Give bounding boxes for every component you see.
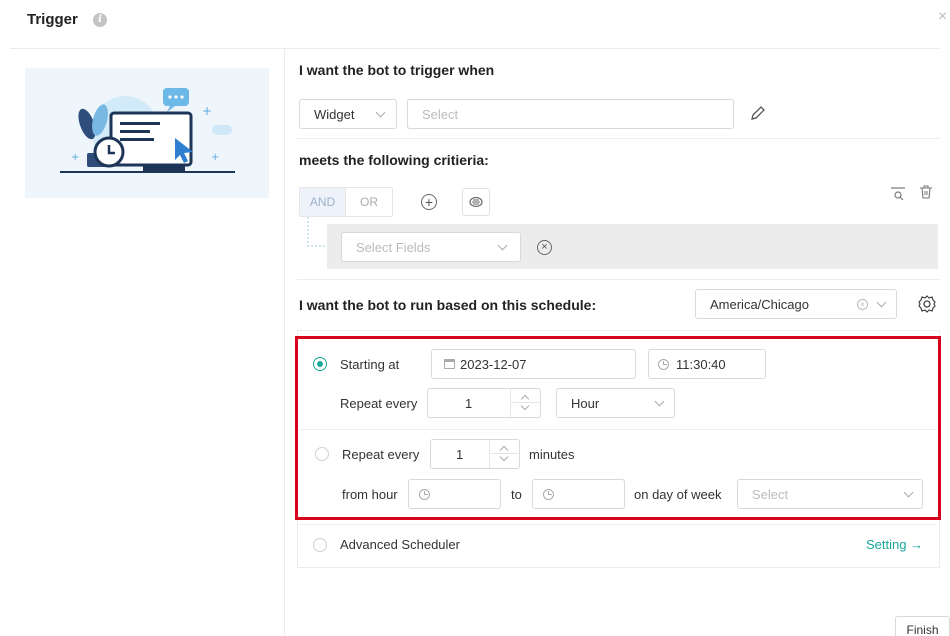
- condition-group-icon: [469, 196, 483, 208]
- chevron-down-icon: [497, 240, 508, 251]
- settings-gear-icon[interactable]: [917, 294, 937, 317]
- remove-condition-icon[interactable]: ×: [537, 240, 552, 255]
- logic-toggle: AND OR: [299, 187, 393, 217]
- trigger-value-placeholder: Select: [422, 107, 459, 122]
- setting-link[interactable]: Setting →: [866, 537, 923, 552]
- dialog-title: Trigger: [27, 11, 78, 28]
- timezone-value: America/Chicago: [710, 297, 809, 312]
- timezone-select[interactable]: America/Chicago ×: [695, 289, 897, 319]
- add-group-button[interactable]: [462, 188, 490, 216]
- schedule-heading: I want the bot to run based on this sche…: [299, 297, 597, 313]
- trigger-type-select[interactable]: Widget: [299, 99, 397, 129]
- or-button[interactable]: OR: [346, 188, 392, 216]
- filter-search-icon[interactable]: [889, 184, 907, 205]
- advanced-scheduler-label: Advanced Scheduler: [340, 537, 460, 552]
- trigger-illustration: + + +: [25, 68, 269, 198]
- chevron-down-icon: [876, 297, 887, 308]
- radio-advanced-scheduler[interactable]: [313, 538, 327, 552]
- select-fields-placeholder: Select Fields: [356, 240, 431, 255]
- svg-text:+: +: [202, 104, 212, 118]
- section-divider: [297, 138, 940, 139]
- header-divider: [10, 48, 940, 49]
- criteria-heading: meets the following critieria:: [299, 152, 489, 168]
- svg-text:+: +: [71, 152, 79, 163]
- svg-text:+: +: [211, 152, 219, 163]
- panel-divider: [284, 48, 285, 636]
- trigger-type-value: Widget: [314, 107, 355, 122]
- clear-icon[interactable]: ×: [857, 299, 868, 310]
- trigger-heading: I want the bot to trigger when: [299, 62, 495, 78]
- select-fields-dropdown[interactable]: Select Fields: [341, 232, 521, 262]
- highlight-box: [295, 336, 941, 520]
- option-divider: [300, 524, 937, 525]
- add-condition-icon[interactable]: +: [421, 194, 437, 210]
- finish-button[interactable]: Finish: [895, 616, 950, 636]
- edit-pencil-icon[interactable]: [749, 104, 767, 125]
- trash-icon[interactable]: [918, 184, 934, 203]
- and-button[interactable]: AND: [300, 188, 346, 216]
- close-icon[interactable]: ×: [938, 8, 947, 26]
- info-icon[interactable]: i: [93, 13, 107, 27]
- tree-connector: [307, 217, 327, 247]
- chevron-down-icon: [375, 107, 386, 118]
- section-divider: [297, 279, 940, 280]
- trigger-value-select[interactable]: Select: [407, 99, 734, 129]
